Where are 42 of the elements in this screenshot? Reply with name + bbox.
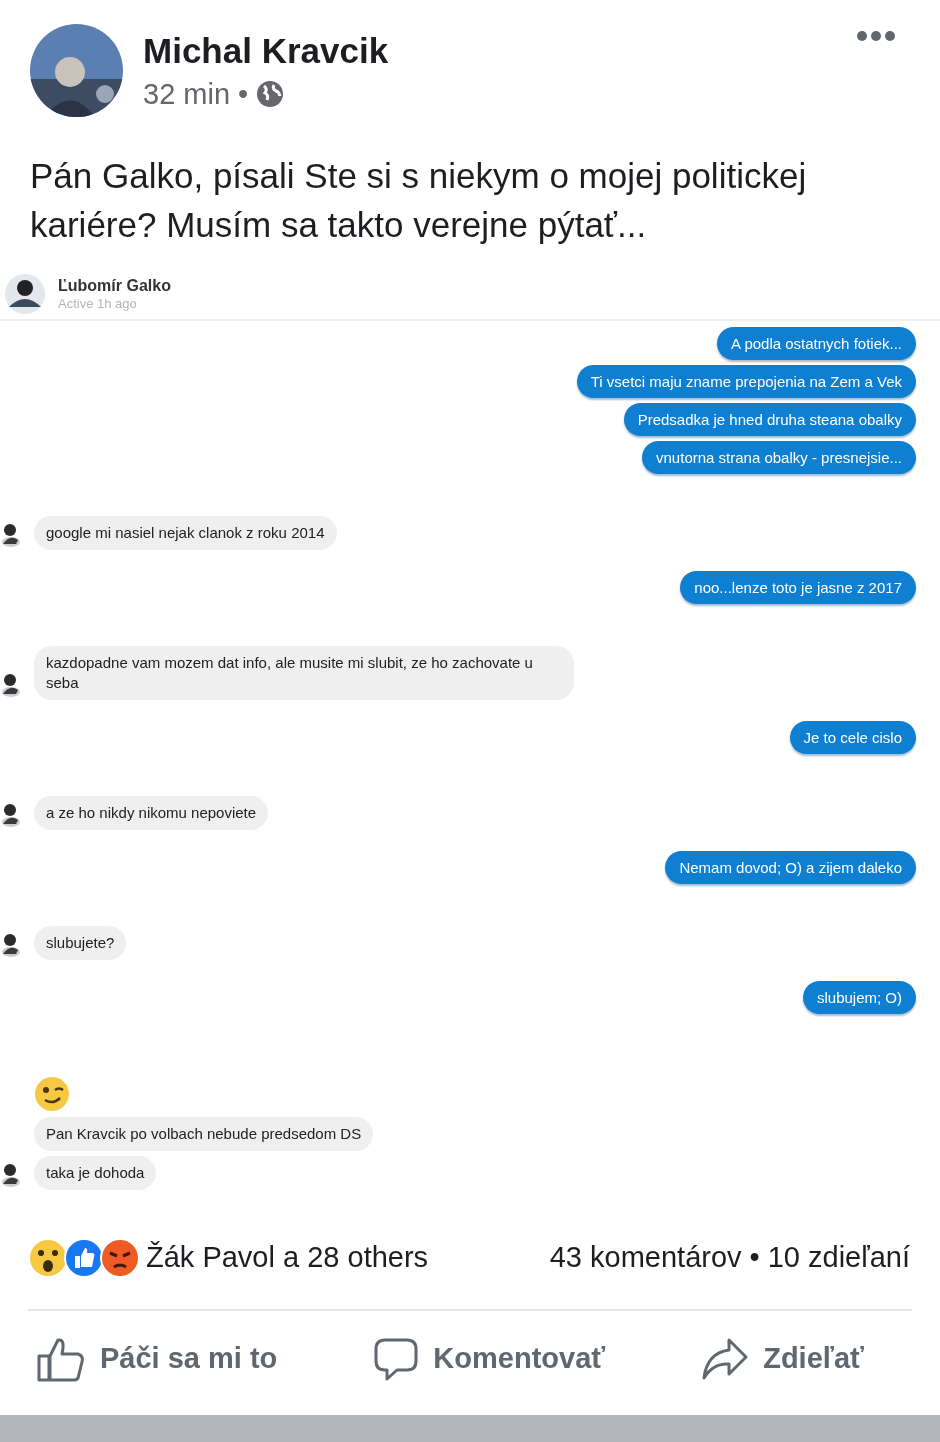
avatar-icon xyxy=(0,672,22,698)
avatar-icon xyxy=(0,522,22,548)
author-name: Michal Kravcik xyxy=(143,30,389,71)
globe-icon xyxy=(256,79,285,108)
message-bubble: Pan Kravcik po volbach nebude predsedom DS xyxy=(34,1117,374,1151)
message-bubble: Ti vsetci maju zname prepojenia na Zem a Vek xyxy=(576,365,916,398)
contact-name: Ľubomír Galko xyxy=(58,275,171,295)
message-bubble: vnutorna strana obalky - presnejsie... xyxy=(642,441,916,474)
share-button[interactable]: Zdieľať xyxy=(701,1337,864,1381)
separator-dot: • xyxy=(238,76,249,111)
wow-reaction-icon xyxy=(28,1237,68,1278)
avatar-icon xyxy=(4,273,46,315)
comment-button[interactable]: Komentovať xyxy=(373,1336,606,1382)
more-icon[interactable] xyxy=(856,30,896,42)
message-bubble: taka je dohoda xyxy=(34,1156,157,1190)
share-count: 10 zdieľaní xyxy=(767,1240,910,1275)
avatar-icon xyxy=(0,932,22,958)
reaction-names: Žák Pavol a 28 others xyxy=(146,1240,429,1275)
contact-status: Active 1h ago xyxy=(58,294,138,313)
thumbs-up-icon xyxy=(36,1336,86,1382)
like-button[interactable]: Páči sa mi to xyxy=(36,1336,278,1382)
separator-dot: • xyxy=(749,1240,760,1275)
message-bubble: Predsadka je hned druha steana obalky xyxy=(623,403,916,436)
post-text: Pán Galko, písali Ste si s niekym o mojej politickej kariére? Musím sa takto verejne pýtať... xyxy=(30,155,808,246)
message-bubble: kazdopadne vam mozem dat info, ale musite mi slubit, ze ho zachovate u seba xyxy=(34,646,574,700)
avatar-icon xyxy=(0,802,22,828)
like-reaction-icon xyxy=(64,1237,104,1278)
post-time: 32 min xyxy=(143,76,231,111)
avatar-icon xyxy=(0,1162,22,1188)
message-bubble: noo...lenze toto je jasne z 2017 xyxy=(680,571,916,604)
share-arrow-icon xyxy=(701,1337,750,1381)
angry-reaction-icon xyxy=(100,1237,140,1278)
wink-emoji-icon xyxy=(34,1076,70,1112)
message-bubble: a ze ho nikdy nikomu nepoviete xyxy=(34,796,269,830)
message-bubble: A podla ostatnych fotiek... xyxy=(717,327,916,360)
comment-count: 43 komentárov xyxy=(549,1240,742,1275)
message-bubble: Je to cele cislo xyxy=(789,721,916,754)
message-bubble: google mi nasiel nejak clanok z roku 2014 xyxy=(34,516,337,550)
message-bubble: Nemam dovod; O) a zijem daleko xyxy=(665,851,916,884)
message-bubble: slubujete? xyxy=(34,926,127,960)
message-bubble: slubujem; O) xyxy=(802,981,916,1014)
speech-bubble-icon xyxy=(373,1336,420,1382)
